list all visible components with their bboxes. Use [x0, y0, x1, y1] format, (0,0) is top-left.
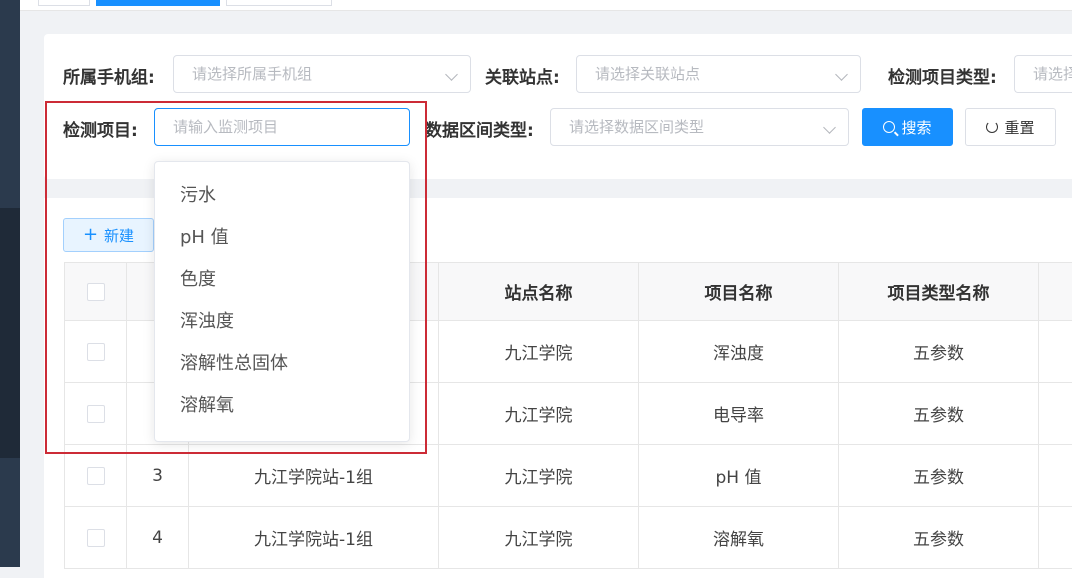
- row-select-cell[interactable]: [65, 321, 127, 383]
- search-button[interactable]: 搜索: [862, 108, 953, 146]
- range-label: 数据区间类型:: [425, 116, 534, 141]
- row-select-cell[interactable]: [65, 507, 127, 569]
- select-all-cell[interactable]: [65, 263, 127, 321]
- row-station: 九江学院: [439, 321, 639, 383]
- item-type-label: 检测项目类型:: [888, 63, 997, 88]
- row-checkbox[interactable]: [87, 529, 105, 547]
- item-type-select[interactable]: 请选择: [1014, 55, 1072, 93]
- refresh-icon: [986, 121, 998, 133]
- row-checkbox[interactable]: [87, 467, 105, 485]
- tab-bar: [20, 0, 1072, 11]
- row-item: 电导率: [639, 383, 839, 445]
- station-select[interactable]: 请选择关联站点: [576, 55, 861, 93]
- tab-active[interactable]: [96, 0, 220, 6]
- row-index: 3: [127, 445, 189, 507]
- item-label: 检测项目:: [63, 116, 138, 141]
- row-select-cell[interactable]: [65, 383, 127, 445]
- row-type: 五参数: [839, 321, 1039, 383]
- item-input[interactable]: 请输入监测项目: [154, 108, 410, 146]
- suggestion-item[interactable]: 色度: [155, 259, 409, 301]
- row-type: 五参数: [839, 445, 1039, 507]
- row-station: 九江学院: [439, 383, 639, 445]
- select-all-checkbox[interactable]: [87, 283, 105, 301]
- header-station: 站点名称: [439, 263, 639, 321]
- suggestion-item[interactable]: 溶解氧: [155, 385, 409, 427]
- table-row: 3 九江学院站-1组 九江学院 pH 值 五参数: [65, 445, 1072, 507]
- row-extra: [1039, 321, 1072, 383]
- suggestion-item[interactable]: pH 值: [155, 217, 409, 259]
- new-button-label: 新建: [104, 225, 134, 246]
- tab-3[interactable]: [226, 0, 332, 6]
- table-row: 4 九江学院站-1组 九江学院 溶解氧 五参数: [65, 507, 1072, 569]
- item-suggestions-dropdown: 污水 pH 值 色度 浑浊度 溶解性总固体 溶解氧: [154, 161, 410, 442]
- row-extra: [1039, 445, 1072, 507]
- header-type: 项目类型名称: [839, 263, 1039, 321]
- tab-1[interactable]: [38, 0, 90, 6]
- row-index: 4: [127, 507, 189, 569]
- new-button[interactable]: + 新建: [63, 218, 154, 252]
- chevron-down-icon: [445, 68, 458, 81]
- row-type: 五参数: [839, 383, 1039, 445]
- row-station: 九江学院: [439, 507, 639, 569]
- row-checkbox[interactable]: [87, 405, 105, 423]
- item-placeholder: 请输入监测项目: [173, 118, 278, 136]
- row-item: pH 值: [639, 445, 839, 507]
- suggestion-item[interactable]: 浑浊度: [155, 301, 409, 343]
- header-extra: [1039, 263, 1072, 321]
- sidebar-strip: [0, 0, 20, 567]
- row-item: 溶解氧: [639, 507, 839, 569]
- range-select[interactable]: 请选择数据区间类型: [550, 108, 849, 146]
- row-select-cell[interactable]: [65, 445, 127, 507]
- row-station: 九江学院: [439, 445, 639, 507]
- row-type: 五参数: [839, 507, 1039, 569]
- row-extra: [1039, 507, 1072, 569]
- station-placeholder: 请选择关联站点: [595, 65, 700, 83]
- row-group: 九江学院站-1组: [189, 445, 439, 507]
- group-select[interactable]: 请选择所属手机组: [173, 55, 471, 93]
- header-item: 项目名称: [639, 263, 839, 321]
- row-group: 九江学院站-1组: [189, 507, 439, 569]
- range-placeholder: 请选择数据区间类型: [569, 118, 704, 136]
- reset-button[interactable]: 重置: [965, 108, 1056, 146]
- station-label: 关联站点:: [485, 63, 560, 88]
- group-label: 所属手机组:: [63, 63, 155, 88]
- search-button-label: 搜索: [901, 117, 931, 138]
- sidebar-dark-section: [0, 208, 20, 458]
- row-checkbox[interactable]: [87, 343, 105, 361]
- group-placeholder: 请选择所属手机组: [192, 65, 312, 83]
- search-icon: [883, 121, 895, 133]
- row-extra: [1039, 383, 1072, 445]
- chevron-down-icon: [823, 121, 836, 134]
- chevron-down-icon: [835, 68, 848, 81]
- reset-button-label: 重置: [1004, 117, 1034, 138]
- suggestion-item[interactable]: 污水: [155, 175, 409, 217]
- suggestion-item[interactable]: 溶解性总固体: [155, 343, 409, 385]
- row-item: 浑浊度: [639, 321, 839, 383]
- item-type-placeholder: 请选择: [1033, 65, 1072, 83]
- plus-icon: +: [83, 226, 98, 244]
